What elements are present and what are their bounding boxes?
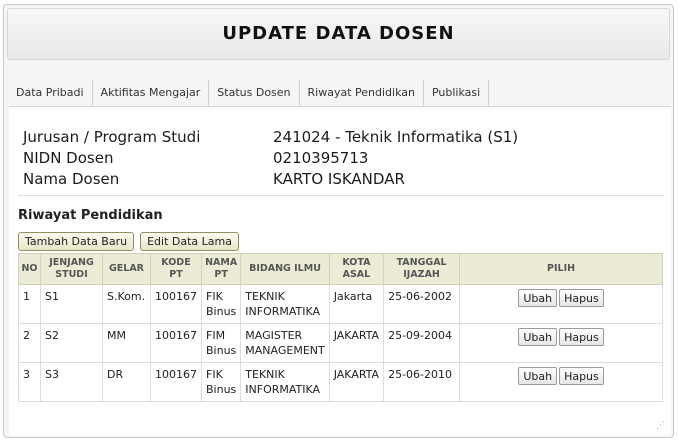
table-header-row: NO JENJANG STUDI GELAR KODE PT NAMA PT B… [18, 253, 663, 285]
info-value: 0210395713 [273, 149, 369, 167]
edit-old-data-button[interactable]: Edit Data Lama [140, 232, 239, 251]
table-row: 2 S2 MM 100167 FIM Binus MAGISTER MANAGE… [18, 323, 663, 363]
riwayat-pendidikan-table: NO JENJANG STUDI GELAR KODE PT NAMA PT B… [18, 253, 663, 402]
info-row-nama: Nama Dosen KARTO ISKANDAR [23, 169, 518, 190]
cell-kota: Jakarta [328, 284, 385, 324]
tab-bar: Data Pribadi Aktifitas Mengajar Status D… [11, 80, 490, 106]
cell-jenjang: S3 [40, 362, 103, 402]
cell-bidang: TEKNIK INFORMATIKA [240, 362, 330, 402]
action-buttons: Tambah Data Baru Edit Data Lama [18, 232, 239, 251]
cell-gelar: S.Kom. [102, 284, 151, 324]
dialog-title-bar: UPDATE DATA DOSEN [7, 8, 670, 60]
col-header-kota: KOTA ASAL [328, 253, 385, 285]
hapus-button[interactable]: Hapus [559, 367, 604, 385]
cell-nama-pt: FIK Binus [200, 362, 242, 402]
cell-no: 3 [18, 362, 41, 402]
update-dosen-dialog: UPDATE DATA DOSEN Data Pribadi Aktifitas… [3, 4, 674, 438]
col-header-nama-pt: NAMA PT [200, 253, 242, 285]
cell-kode-pt: 100167 [150, 323, 202, 363]
col-header-jenjang: JENJANG STUDI [40, 253, 103, 285]
resize-grip-icon[interactable]: ⋰ [656, 421, 665, 431]
info-row-nidn: NIDN Dosen 0210395713 [23, 148, 518, 169]
cell-gelar: DR [102, 362, 151, 402]
hapus-button[interactable]: Hapus [559, 328, 604, 346]
hapus-button[interactable]: Hapus [559, 289, 604, 307]
cell-tanggal: 25-06-2010 [383, 362, 461, 402]
tab-publikasi[interactable]: Publikasi [424, 80, 490, 106]
cell-jenjang: S1 [40, 284, 103, 324]
cell-tanggal: 25-09-2004 [383, 323, 461, 363]
col-header-no: NO [18, 253, 41, 285]
table-row: 3 S3 DR 100167 FIK Binus TEKNIK INFORMAT… [18, 362, 663, 402]
cell-no: 1 [18, 284, 41, 324]
cell-bidang: MAGISTER MANAGEMENT [240, 323, 330, 363]
col-header-kode-pt: KODE PT [150, 253, 202, 285]
cell-bidang: TEKNIK INFORMATIKA [240, 284, 330, 324]
info-label: Nama Dosen [23, 170, 120, 188]
ubah-button[interactable]: Ubah [518, 367, 558, 385]
col-header-tanggal: TANGGAL IJAZAH [383, 253, 461, 285]
info-value: 241024 - Teknik Informatika (S1) [273, 128, 519, 146]
divider [18, 195, 664, 196]
info-value: KARTO ISKANDAR [273, 170, 405, 188]
cell-pilih: Ubah Hapus [459, 362, 663, 402]
info-label: Jurusan / Program Studi [23, 128, 201, 146]
cell-no: 2 [18, 323, 41, 363]
cell-kota: JAKARTA [328, 323, 385, 363]
info-label: NIDN Dosen [23, 149, 114, 167]
cell-jenjang: S2 [40, 323, 103, 363]
tab-aktifitas-mengajar[interactable]: Aktifitas Mengajar [93, 80, 210, 106]
cell-nama-pt: FIK Binus [200, 284, 242, 324]
cell-gelar: MM [102, 323, 151, 363]
col-header-pilih: PILIH [459, 253, 663, 285]
tab-panel: Jurusan / Program Studi 241024 - Teknik … [9, 106, 671, 436]
cell-pilih: Ubah Hapus [459, 284, 663, 324]
cell-pilih: Ubah Hapus [459, 323, 663, 363]
ubah-button[interactable]: Ubah [518, 289, 558, 307]
ubah-button[interactable]: Ubah [518, 328, 558, 346]
tab-status-dosen[interactable]: Status Dosen [209, 80, 300, 106]
section-title: Riwayat Pendidikan [18, 208, 163, 223]
dialog-title: UPDATE DATA DOSEN [222, 23, 455, 44]
cell-kode-pt: 100167 [150, 284, 202, 324]
tab-riwayat-pendidikan[interactable]: Riwayat Pendidikan [300, 80, 424, 106]
cell-kode-pt: 100167 [150, 362, 202, 402]
tab-data-pribadi[interactable]: Data Pribadi [11, 80, 93, 106]
cell-kota: JAKARTA [328, 362, 385, 402]
cell-tanggal: 25-06-2002 [383, 284, 461, 324]
info-row-jurusan: Jurusan / Program Studi 241024 - Teknik … [23, 127, 518, 148]
dosen-info: Jurusan / Program Studi 241024 - Teknik … [23, 127, 518, 190]
table-row: 1 S1 S.Kom. 100167 FIK Binus TEKNIK INFO… [18, 284, 663, 324]
cell-nama-pt: FIM Binus [200, 323, 242, 363]
col-header-gelar: GELAR [102, 253, 151, 285]
col-header-bidang: BIDANG ILMU [240, 253, 330, 285]
add-new-data-button[interactable]: Tambah Data Baru [18, 232, 135, 251]
